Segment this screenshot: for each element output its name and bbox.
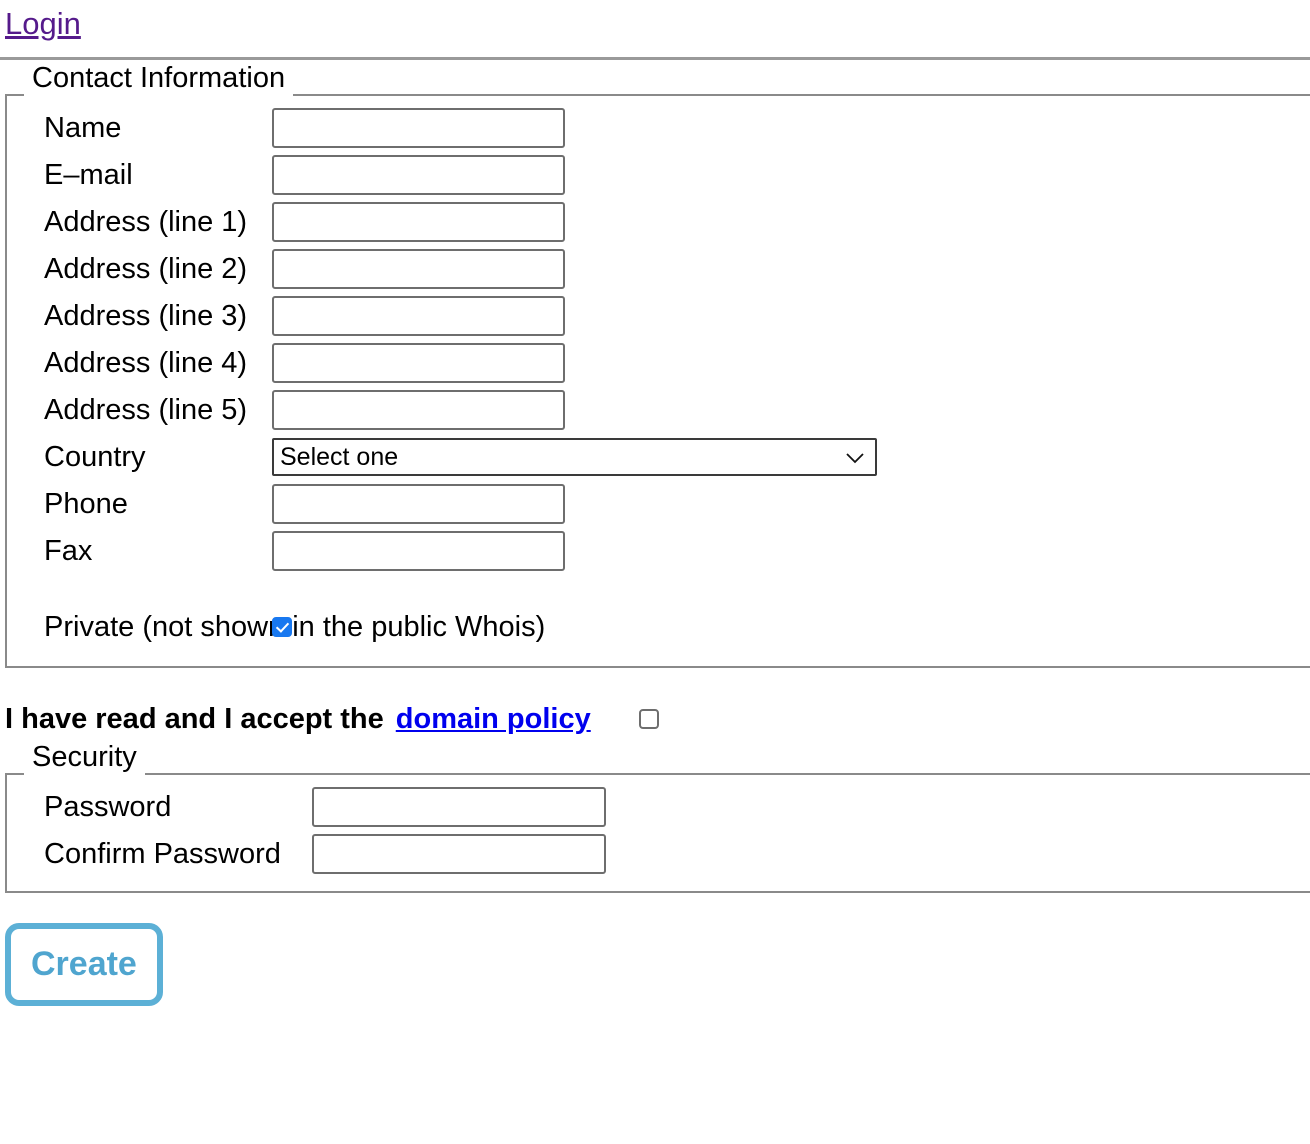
label-name: Name bbox=[44, 111, 122, 144]
label-address-line-3: Address (line 3) bbox=[44, 299, 248, 332]
domain-policy-row: I have read and I accept the domain poli… bbox=[5, 699, 1310, 739]
form-row-address-3: Address (line 3) bbox=[7, 292, 1310, 339]
fax-input[interactable] bbox=[272, 530, 565, 571]
domain-policy-link[interactable]: domain policy bbox=[396, 702, 591, 736]
security-body: Password Confirm Password bbox=[7, 783, 1310, 877]
address-line-3-input[interactable] bbox=[272, 295, 565, 336]
label-email: E–mail bbox=[44, 158, 133, 191]
actions-row: Create bbox=[5, 923, 1310, 1006]
confirm-password-input[interactable] bbox=[312, 833, 606, 874]
form-row-confirm-password: Confirm Password bbox=[7, 830, 1310, 877]
phone-input[interactable] bbox=[272, 483, 565, 524]
topbar: Login bbox=[0, 0, 1310, 44]
address-line-2-input[interactable] bbox=[272, 248, 565, 289]
label-confirm-password: Confirm Password bbox=[44, 837, 281, 870]
label-phone: Phone bbox=[44, 487, 128, 520]
form-row-address-1: Address (line 1) bbox=[7, 198, 1310, 245]
contact-information-legend: Contact Information bbox=[24, 63, 294, 93]
login-link[interactable]: Login bbox=[5, 6, 81, 41]
name-input[interactable] bbox=[272, 107, 565, 148]
form-row-email: E–mail bbox=[7, 151, 1310, 198]
country-select[interactable]: Select one bbox=[272, 437, 877, 476]
form-row-name: Name bbox=[7, 104, 1310, 151]
form-row-address-4: Address (line 4) bbox=[7, 339, 1310, 386]
label-password: Password bbox=[44, 790, 172, 823]
password-input[interactable] bbox=[312, 786, 606, 827]
label-country: Country bbox=[44, 440, 146, 473]
chevron-down-icon bbox=[845, 444, 869, 470]
accept-policy-checkbox[interactable] bbox=[638, 709, 659, 729]
address-line-1-input[interactable] bbox=[272, 201, 565, 242]
form-row-private: Private (not shown in the public Whois) bbox=[7, 602, 1310, 652]
address-line-4-input[interactable] bbox=[272, 342, 565, 383]
label-address-line-4: Address (line 4) bbox=[44, 346, 248, 379]
contact-information-fieldset: Contact Information Name E–mail Address … bbox=[5, 63, 1310, 668]
form-row-phone: Phone bbox=[7, 480, 1310, 527]
label-address-line-1: Address (line 1) bbox=[44, 205, 248, 238]
label-private-whois: Private (not shown in the public Whois) bbox=[44, 611, 546, 643]
create-button[interactable]: Create bbox=[5, 923, 163, 1006]
label-address-line-5: Address (line 5) bbox=[44, 393, 248, 426]
domain-policy-text: I have read and I accept the bbox=[5, 703, 384, 735]
form-row-fax: Fax bbox=[7, 527, 1310, 574]
label-fax: Fax bbox=[44, 534, 93, 567]
security-legend: Security bbox=[24, 742, 145, 772]
form-row-country: Country Select one bbox=[7, 433, 1310, 480]
contact-information-body: Name E–mail Address (line 1) Address (li… bbox=[7, 104, 1310, 652]
address-line-5-input[interactable] bbox=[272, 389, 565, 430]
form-row-address-2: Address (line 2) bbox=[7, 245, 1310, 292]
private-whois-checkbox[interactable] bbox=[272, 617, 292, 637]
form-row-address-5: Address (line 5) bbox=[7, 386, 1310, 433]
country-select-value: Select one bbox=[280, 442, 399, 471]
header-divider bbox=[0, 57, 1310, 60]
label-address-line-2: Address (line 2) bbox=[44, 252, 248, 285]
form-row-password: Password bbox=[7, 783, 1310, 830]
email-input[interactable] bbox=[272, 154, 565, 195]
security-fieldset: Security Password Confirm Password bbox=[5, 742, 1310, 893]
